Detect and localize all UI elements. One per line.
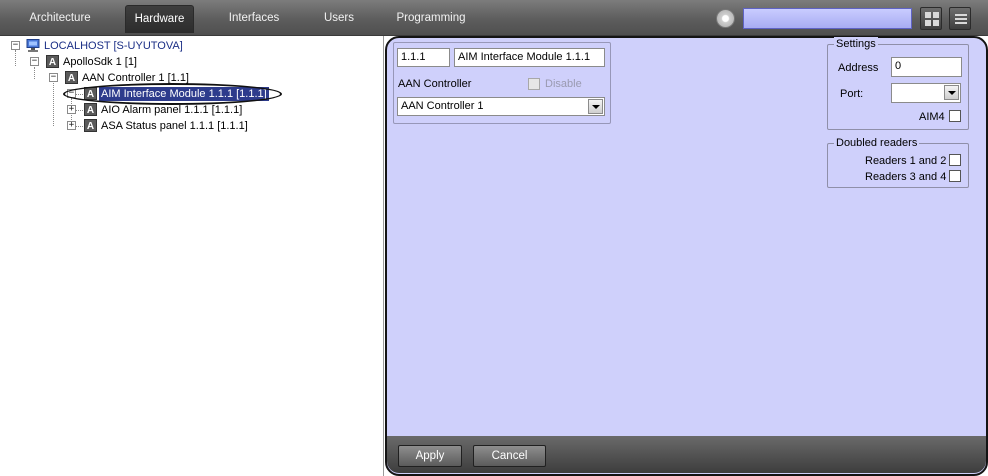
collapse-toggle[interactable]: − <box>11 41 20 50</box>
tab-interfaces[interactable]: Interfaces <box>215 5 293 33</box>
tree-item-aio-alarm-panel[interactable]: AIO Alarm panel 1.1.1 [1.1.1] <box>101 103 242 117</box>
highlight-ellipse <box>63 83 282 105</box>
tree-item-apollosdk[interactable]: ApolloSdk 1 [1] <box>63 55 137 69</box>
apollo-a-icon: A <box>84 103 97 116</box>
tree-connector <box>15 50 16 66</box>
collapse-toggle[interactable]: − <box>49 73 58 82</box>
apollo-a-icon: A <box>84 119 97 132</box>
doubled-readers-title: Doubled readers <box>834 136 920 150</box>
parent-select[interactable]: AAN Controller 1 <box>397 97 605 116</box>
apply-button[interactable]: Apply <box>398 445 462 467</box>
parent-select-value: AAN Controller 1 <box>401 100 484 112</box>
parent-label: AAN Controller <box>398 78 472 90</box>
readers-3-4-label: Readers 3 and 4 <box>865 171 947 183</box>
expand-toggle[interactable]: + <box>67 121 76 130</box>
apollo-a-icon: A <box>46 55 59 68</box>
menu-icon[interactable] <box>949 7 971 30</box>
aim4-checkbox[interactable] <box>949 110 961 122</box>
collapse-toggle[interactable]: − <box>30 57 39 66</box>
settings-group-title: Settings <box>834 37 878 51</box>
chevron-down-icon[interactable] <box>588 99 603 114</box>
address-label: Address <box>838 62 879 74</box>
readers-3-4-checkbox[interactable] <box>949 170 961 182</box>
apollo-a-icon: A <box>65 71 78 84</box>
object-name-field[interactable]: AIM Interface Module 1.1.1 <box>454 48 605 67</box>
disable-label: Disable <box>545 78 582 90</box>
address-input[interactable]: 0 <box>891 57 962 77</box>
gear-icon[interactable] <box>716 9 735 28</box>
computer-icon <box>26 39 40 52</box>
readers-1-2-label: Readers 1 and 2 <box>865 155 947 167</box>
tree-connector <box>53 83 54 126</box>
readers-1-2-checkbox[interactable] <box>949 154 961 166</box>
object-id-field[interactable]: 1.1.1 <box>397 48 450 67</box>
tab-architecture[interactable]: Architecture <box>14 5 106 33</box>
port-label: Port: <box>840 88 864 100</box>
port-select[interactable] <box>891 83 961 103</box>
tab-users[interactable]: Users <box>312 5 366 33</box>
search-input[interactable] <box>743 8 912 29</box>
tree-item-asa-status-panel[interactable]: ASA Status panel 1.1.1 [1.1.1] <box>101 119 248 133</box>
tree-item-localhost[interactable]: LOCALHOST [S-UYUTOVA] <box>44 39 183 53</box>
tab-hardware[interactable]: Hardware <box>125 5 194 33</box>
aim4-label: AIM4 <box>919 111 945 123</box>
expand-toggle[interactable]: + <box>67 105 76 114</box>
disable-checkbox[interactable] <box>528 78 540 90</box>
tree-connector <box>34 67 35 79</box>
top-navigation-bar: Architecture Hardware Interfaces Users P… <box>0 0 988 36</box>
cancel-button[interactable]: Cancel <box>473 445 546 467</box>
layout-grid-icon[interactable] <box>920 7 942 30</box>
chevron-down-icon[interactable] <box>944 85 959 100</box>
tab-programming[interactable]: Programming <box>388 5 474 33</box>
